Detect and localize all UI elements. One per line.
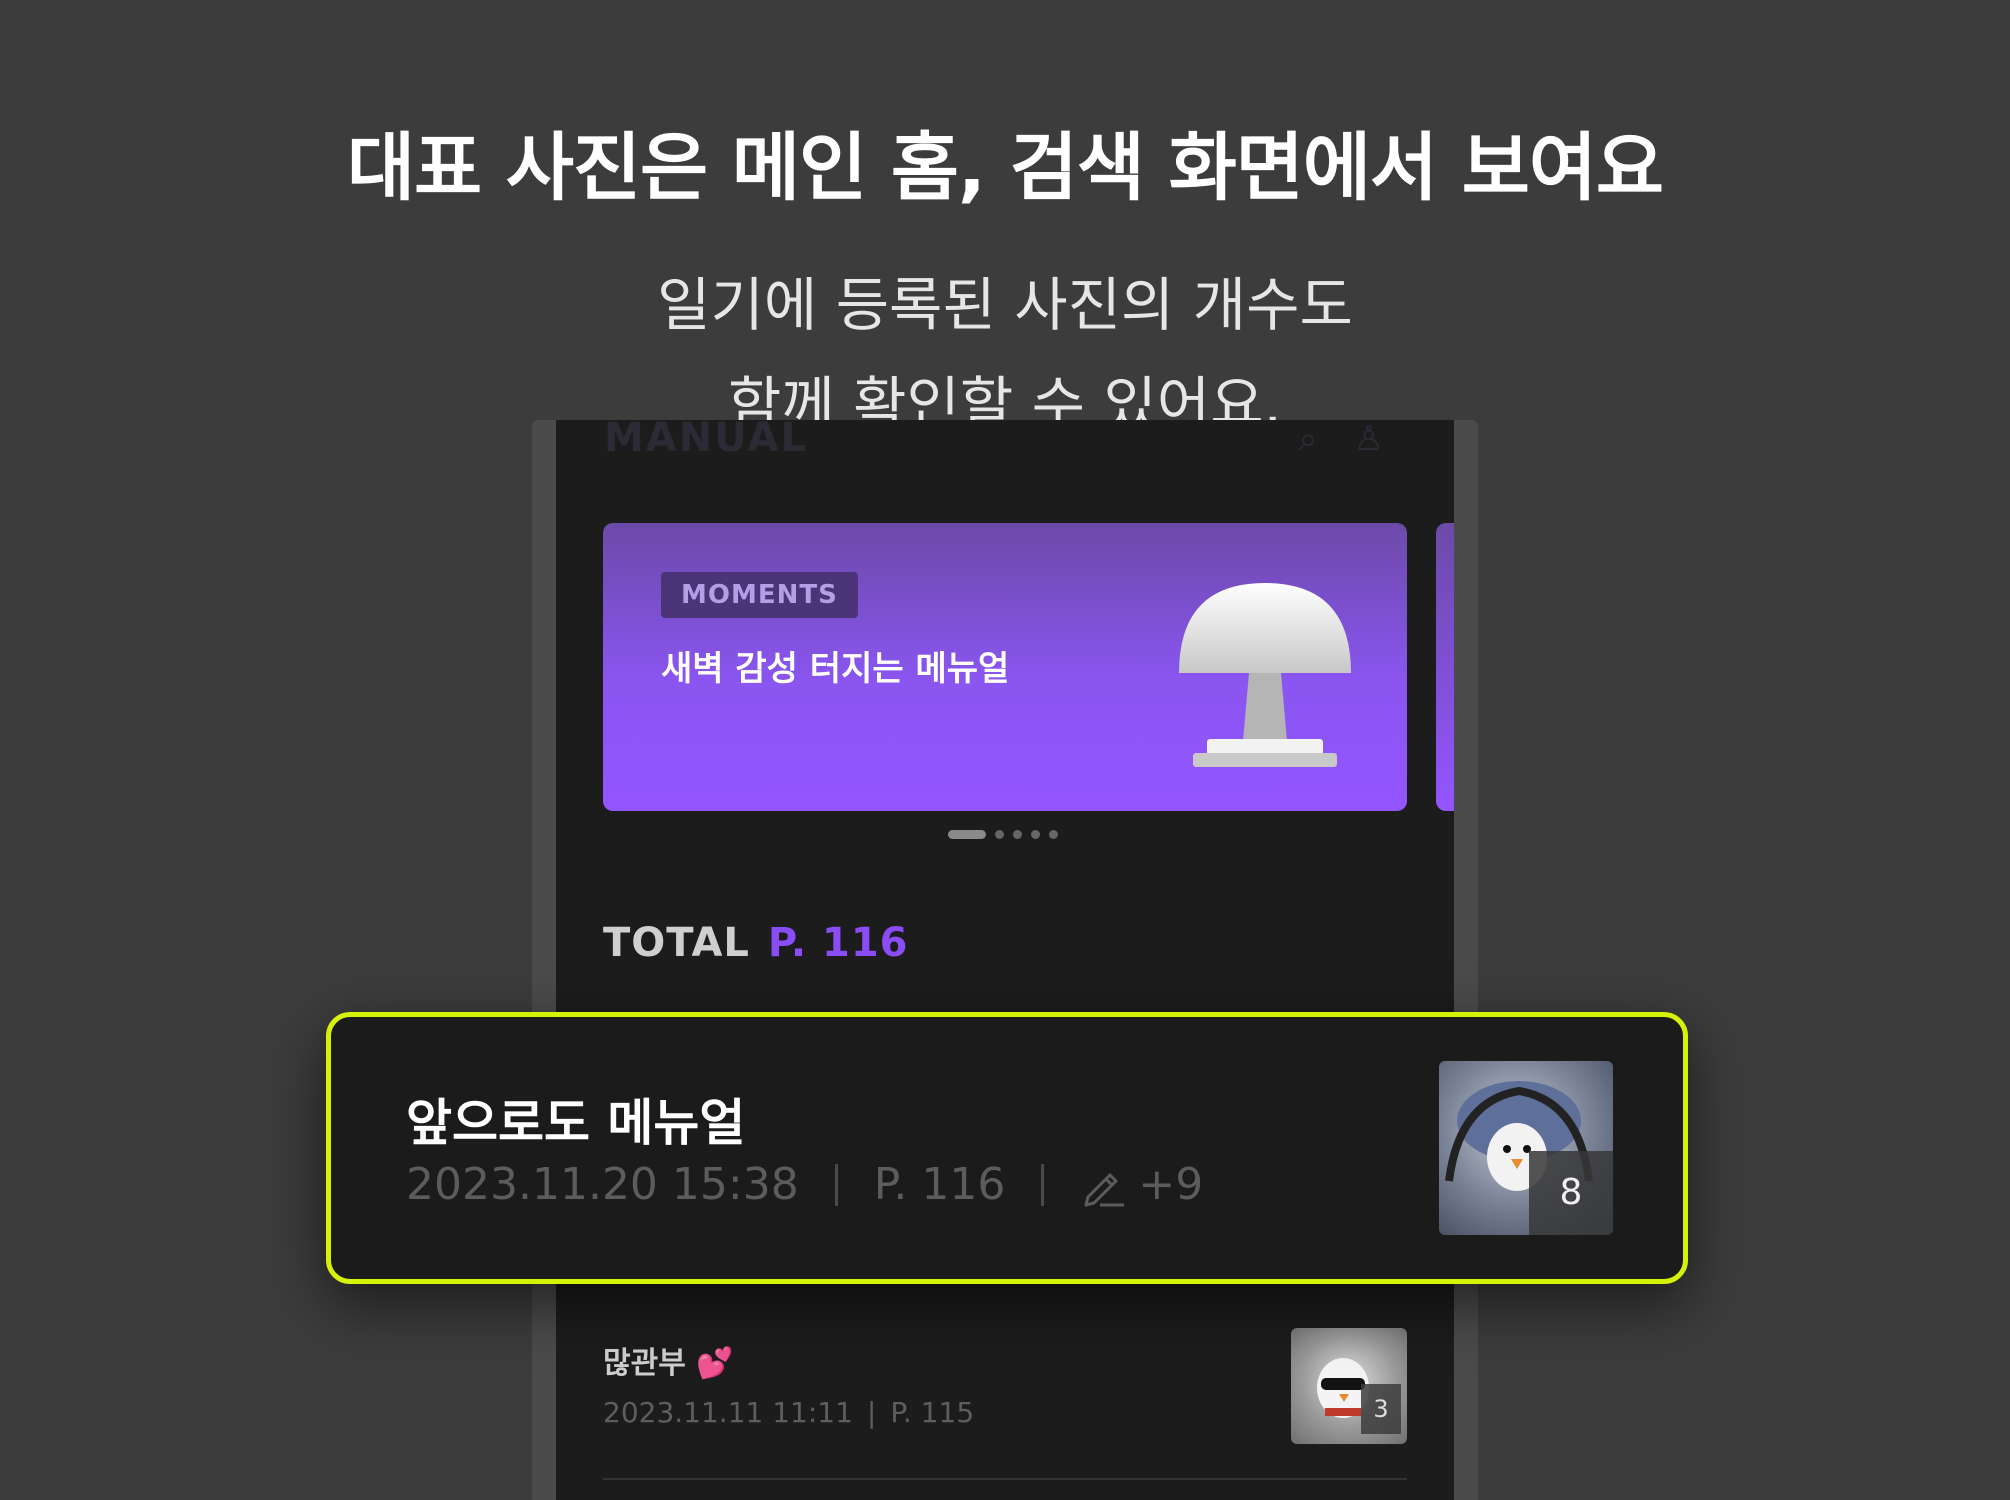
entry-thumbnail[interactable]: 8 bbox=[1439, 1061, 1613, 1235]
pagination-dot-active[interactable] bbox=[948, 830, 986, 839]
highlighted-entry-card[interactable]: 앞으로도 메뉴얼 2023.11.20 15:38 P. 116 +9 8 bbox=[326, 1012, 1688, 1284]
banner-next-peek[interactable] bbox=[1436, 523, 1454, 811]
entry-title: 앞으로도 메뉴얼 bbox=[406, 1094, 746, 1152]
total-page-count: P. 116 bbox=[767, 920, 909, 966]
entry-date: 2023.11.11 11:11 bbox=[603, 1396, 853, 1429]
headline: 대표 사진은 메인 홈, 검색 화면에서 보여요 bbox=[346, 125, 1664, 211]
photo-count-badge: 8 bbox=[1529, 1151, 1613, 1235]
pagination-dot[interactable] bbox=[1031, 830, 1040, 839]
app-logo: MANUAL bbox=[604, 420, 808, 456]
photo-count-badge: 3 bbox=[1361, 1384, 1401, 1434]
meta-separator bbox=[1041, 1163, 1045, 1206]
profile-icon[interactable]: ♙ bbox=[1354, 422, 1384, 456]
promo-canvas: 대표 사진은 메인 홈, 검색 화면에서 보여요 일기에 등록된 사진의 개수도… bbox=[0, 0, 2010, 1500]
app-header-icons: ⌕ ♙ bbox=[1262, 422, 1384, 456]
lamp-icon bbox=[1179, 583, 1351, 767]
subline-1: 일기에 등록된 사진의 개수도 bbox=[657, 271, 1353, 339]
meta-separator: | bbox=[866, 1396, 877, 1429]
banner-pagination bbox=[948, 830, 1067, 840]
total-pages: TOTAL P. 116 bbox=[603, 920, 909, 966]
entry-title: 많관부 💕 bbox=[603, 1346, 734, 1381]
entry-date: 2023.11.20 15:38 bbox=[406, 1159, 799, 1210]
pagination-dot[interactable] bbox=[1013, 830, 1022, 839]
pagination-dot[interactable] bbox=[995, 830, 1004, 839]
total-label: TOTAL bbox=[603, 920, 750, 966]
banner-badge: MOMENTS bbox=[661, 572, 858, 618]
entry-meta: 2023.11.11 11:11 | P. 115 bbox=[603, 1396, 974, 1429]
pagination-dot[interactable] bbox=[1049, 830, 1058, 839]
entry-page: P. 116 bbox=[873, 1159, 1006, 1210]
list-item[interactable]: 많관부 💕 2023.11.11 11:11 | P. 115 3 bbox=[603, 1328, 1407, 1480]
entry-meta: 2023.11.20 15:38 P. 116 +9 bbox=[406, 1159, 1203, 1210]
search-icon[interactable]: ⌕ bbox=[1298, 422, 1317, 456]
entry-page: P. 115 bbox=[890, 1396, 975, 1429]
edit-pen-icon bbox=[1084, 1173, 1125, 1206]
app-screen: MANUAL ⌕ ♙ MOMENTS 새벽 감성 터지는 메뉴얼 TOTAL P… bbox=[556, 420, 1454, 1500]
banner-card[interactable]: MOMENTS 새벽 감성 터지는 메뉴얼 bbox=[603, 523, 1407, 811]
edit-count: +9 bbox=[1138, 1159, 1204, 1210]
entry-thumbnail[interactable]: 3 bbox=[1291, 1328, 1407, 1444]
meta-separator bbox=[834, 1163, 838, 1206]
banner-title: 새벽 감성 터지는 메뉴얼 bbox=[661, 649, 1010, 689]
